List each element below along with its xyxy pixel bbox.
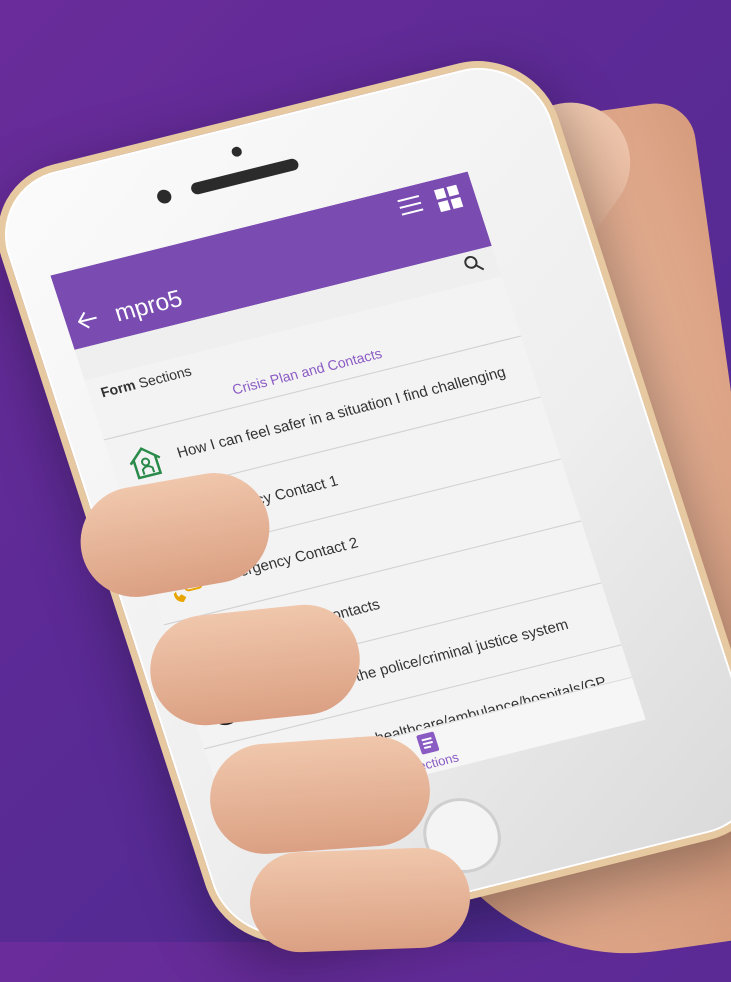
back-arrow-icon[interactable]	[75, 309, 101, 335]
finger	[206, 732, 434, 858]
grid-view-icon[interactable]	[433, 184, 466, 217]
app-bar-actions	[397, 184, 466, 226]
earpiece-speaker	[189, 157, 301, 196]
front-sensor	[230, 145, 244, 158]
front-camera	[155, 188, 174, 205]
menu-icon[interactable]	[397, 194, 427, 226]
search-icon[interactable]	[462, 253, 485, 275]
app-title: mpro5	[111, 285, 186, 328]
finger	[248, 846, 472, 954]
house-person-icon	[129, 447, 163, 480]
document-icon	[416, 731, 439, 754]
